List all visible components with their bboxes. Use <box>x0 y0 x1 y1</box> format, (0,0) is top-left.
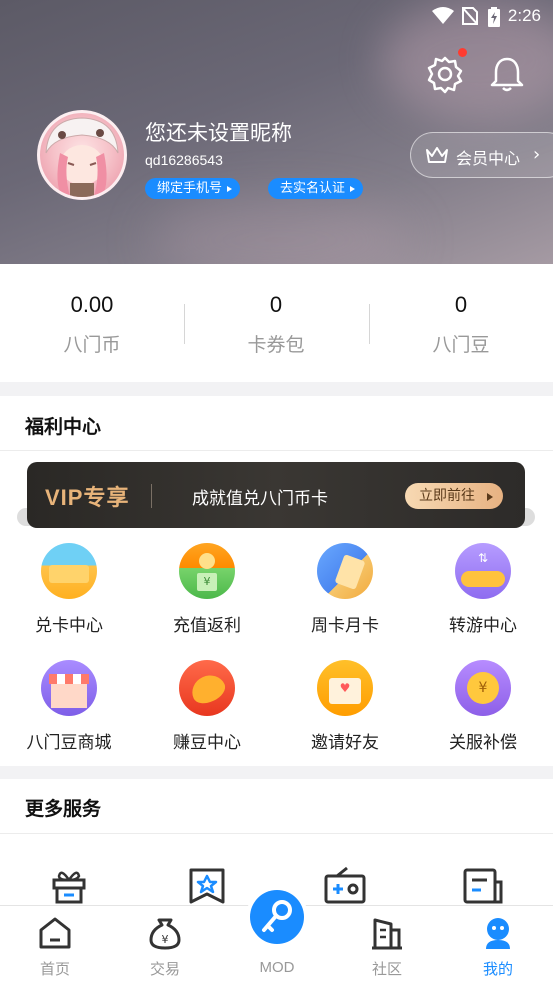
vip-badge: VIP专享 <box>45 485 130 510</box>
welfare-item[interactable]: 兑卡中心 <box>0 543 138 636</box>
stat-bamen-bean[interactable]: 0 八门豆 <box>369 292 553 357</box>
tab-label: 首页 <box>39 960 70 978</box>
vip-center-label: 会员中心 <box>456 149 521 168</box>
stat-label: 卡券包 <box>247 334 305 356</box>
service-item[interactable] <box>414 866 552 910</box>
tab-home[interactable]: 首页 <box>0 916 110 979</box>
radio-icon <box>324 866 366 904</box>
profile-icon <box>486 918 510 949</box>
section-title: 福利中心 <box>25 416 102 438</box>
welfare-item-label: 周卡月卡 <box>311 616 379 636</box>
arrow-right-icon <box>227 186 233 192</box>
recharge-rebate-icon: ¥ <box>179 543 235 599</box>
stat-value: 0 <box>269 292 283 317</box>
stat-label: 八门币 <box>63 334 121 356</box>
bell-icon[interactable] <box>487 54 527 94</box>
status-bar: 2:26 <box>0 0 553 32</box>
news-icon <box>463 868 503 904</box>
shutdown-compensation-icon: ¥ <box>455 660 511 716</box>
stat-label: 八门豆 <box>432 334 490 356</box>
bookmark-star-icon <box>189 868 225 904</box>
earn-beans-icon <box>179 660 235 716</box>
svg-text:¥: ¥ <box>162 933 169 946</box>
service-item[interactable] <box>0 866 138 910</box>
welfare-item-label: 充值返利 <box>173 616 241 636</box>
mod-tab-label: MOD <box>259 959 295 976</box>
mod-tab-button[interactable] <box>246 886 308 948</box>
gift-icon <box>52 871 86 904</box>
arrow-right-icon <box>350 186 356 192</box>
nickname: 您还未设置昵称 <box>145 121 292 145</box>
avatar[interactable] <box>37 110 127 200</box>
welfare-item-label: 关服补偿 <box>449 733 517 753</box>
go-now-label: 立即前往 <box>419 488 475 504</box>
stat-value: 0.00 <box>70 292 114 317</box>
stat-bamen-coin[interactable]: 0.00 八门币 <box>0 292 184 357</box>
banner-text: 成就值兑八门币卡 <box>192 489 328 509</box>
wifi-icon <box>432 7 454 24</box>
welfare-item-label: 兑卡中心 <box>35 616 103 636</box>
welfare-item-label: 邀请好友 <box>311 733 379 753</box>
home-icon <box>39 917 71 949</box>
game-transfer-icon: ⇅ <box>455 543 511 599</box>
battery-charging-icon <box>488 7 500 27</box>
welfare-item-label: 转游中心 <box>449 616 517 636</box>
welfare-item[interactable]: ¥ 充值返利 <box>138 543 276 636</box>
tab-label: 社区 <box>371 960 402 978</box>
key-icon <box>262 900 292 932</box>
welfare-item[interactable]: 赚豆中心 <box>138 660 276 753</box>
stat-coupon-pack[interactable]: 0 卡券包 <box>184 292 368 357</box>
bind-phone-label: 绑定手机号 <box>157 181 223 196</box>
tab-label: 交易 <box>149 960 180 978</box>
stat-value: 0 <box>454 292 468 317</box>
chevron-right-icon: › <box>533 144 541 165</box>
real-name-auth-button[interactable]: 去实名认证 <box>268 178 364 199</box>
notification-dot <box>458 48 467 57</box>
tab-community[interactable]: 社区 <box>332 916 442 979</box>
vip-banner[interactable]: VIP专享 成就值兑八门币卡 立即前往 <box>27 462 525 528</box>
crown-icon <box>426 147 448 163</box>
play-arrow-icon <box>487 493 493 501</box>
wallet-stats: 0.00 八门币 0 卡券包 0 八门豆 <box>0 264 553 382</box>
weekly-monthly-card-icon <box>317 543 373 599</box>
tab-label: 我的 <box>482 960 513 978</box>
building-icon <box>372 918 402 950</box>
real-name-label: 去实名认证 <box>280 181 346 196</box>
welfare-item-label: 八门豆商城 <box>26 733 112 753</box>
vip-center-button[interactable]: 会员中心 › <box>410 132 553 178</box>
invite-friends-icon: ♥ <box>317 660 373 716</box>
welfare-item[interactable]: ♥ 邀请好友 <box>276 660 414 753</box>
welfare-item[interactable]: ⇅ 转游中心 <box>414 543 552 636</box>
status-time: 2:26 <box>507 6 541 25</box>
welfare-item-label: 赚豆中心 <box>173 733 241 753</box>
no-sim-icon <box>462 7 478 25</box>
welfare-item[interactable]: 八门豆商城 <box>0 660 138 753</box>
profile-header: 2:26 您还未设置昵称 qd16286543 绑定手机号 去实名认证 会员中心… <box>0 0 553 264</box>
settings-gear-icon[interactable] <box>425 54 465 94</box>
welfare-item[interactable]: ¥ 关服补偿 <box>414 660 552 753</box>
tab-trade[interactable]: ¥ 交易 <box>110 916 220 979</box>
section-title: 更多服务 <box>25 798 102 820</box>
welfare-item[interactable]: 周卡月卡 <box>276 543 414 636</box>
go-now-button[interactable]: 立即前往 <box>405 483 503 509</box>
tab-mine[interactable]: 我的 <box>443 916 553 979</box>
user-id: qd16286543 <box>145 152 223 168</box>
bean-shop-icon <box>41 660 97 716</box>
card-exchange-icon <box>41 543 97 599</box>
bind-phone-button[interactable]: 绑定手机号 <box>145 178 241 199</box>
money-bag-icon: ¥ <box>149 918 181 950</box>
